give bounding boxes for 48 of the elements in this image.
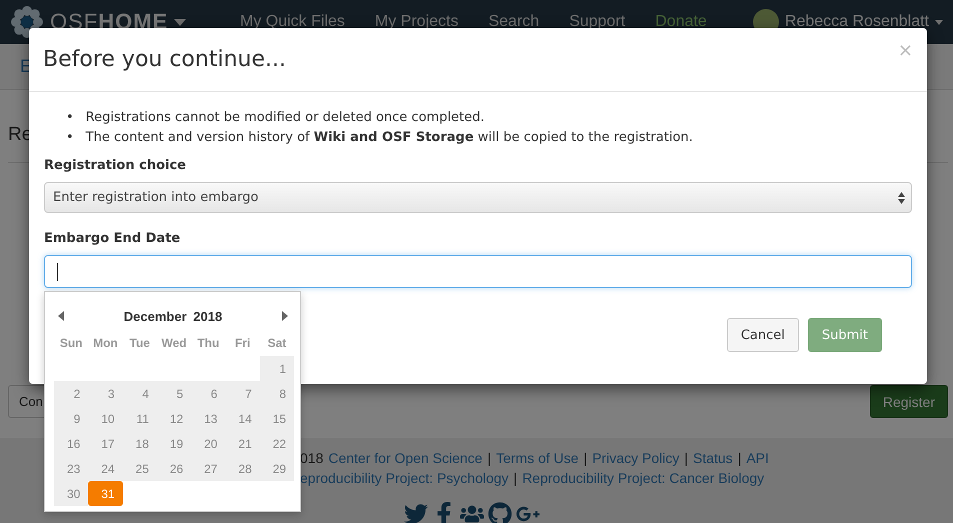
- caret-icon[interactable]: [174, 18, 186, 26]
- separator: |: [514, 470, 518, 486]
- previous-month-icon[interactable]: [58, 311, 64, 321]
- footer-link[interactable]: Terms of Use: [496, 450, 579, 466]
- date-input-field[interactable]: [44, 255, 912, 288]
- submit-button[interactable]: Submit: [808, 318, 882, 352]
- user-menu[interactable]: Rebecca Rosenblatt: [784, 13, 929, 31]
- separator: |: [738, 450, 742, 466]
- weekday-label: Fri: [234, 335, 252, 352]
- weekday-label: Wed: [160, 335, 188, 352]
- footer-link[interactable]: Center for Open Science: [328, 450, 482, 466]
- weekday-label: Mon: [92, 335, 119, 352]
- modal-title: Before you continue...: [43, 47, 286, 72]
- copyright-text: 018: [300, 450, 324, 466]
- footer-link[interactable]: API: [746, 450, 769, 466]
- month-title: December 2018: [124, 308, 222, 324]
- github-icon[interactable]: [488, 502, 512, 523]
- caret-icon[interactable]: [935, 20, 943, 24]
- field-label: Embargo End Date: [44, 231, 182, 246]
- footer-link[interactable]: Reproducibility Project: Cancer Biology: [522, 470, 764, 486]
- next-month-icon[interactable]: [282, 311, 288, 321]
- calendar-day[interactable]: 31: [88, 481, 123, 506]
- weekday-label: Sun: [58, 335, 84, 352]
- field-label: Registration choice: [44, 158, 187, 173]
- close-button[interactable]: ×: [898, 40, 913, 61]
- bullet: •: [66, 109, 74, 127]
- nav-link[interactable]: My Quick Files: [240, 13, 345, 31]
- twitter-icon[interactable]: [404, 502, 428, 523]
- footer-link[interactable]: Privacy Policy: [592, 450, 680, 466]
- footer-link[interactable]: Status: [692, 450, 733, 466]
- cancel-button[interactable]: Cancel: [726, 318, 799, 352]
- select-arrows-icon: [898, 192, 905, 204]
- notice-text: Registrations cannot be modified or deleted once completed.: [86, 109, 485, 127]
- weekday-label: Tue: [128, 335, 151, 352]
- separator: |: [684, 450, 688, 466]
- registration-select[interactable]: Enter registration into embargo: [44, 182, 912, 213]
- separator: |: [487, 450, 492, 466]
- footer-link[interactable]: eproducibility Project: Psychology: [300, 470, 509, 486]
- bullet: •: [66, 129, 74, 147]
- nav-link[interactable]: Support: [569, 13, 626, 31]
- register-button[interactable]: Register: [870, 385, 948, 418]
- notice-text: The content and version history of Wiki and OSF Storage will be copied to the registration.: [86, 129, 693, 147]
- nav-link[interactable]: My Projects: [374, 13, 458, 31]
- weekday-label: Thu: [196, 335, 220, 352]
- nav-link[interactable]: Search: [488, 13, 540, 31]
- separator: |: [584, 450, 588, 466]
- nav-link[interactable]: Donate: [655, 13, 707, 31]
- weekday-label: Sat: [266, 335, 288, 352]
